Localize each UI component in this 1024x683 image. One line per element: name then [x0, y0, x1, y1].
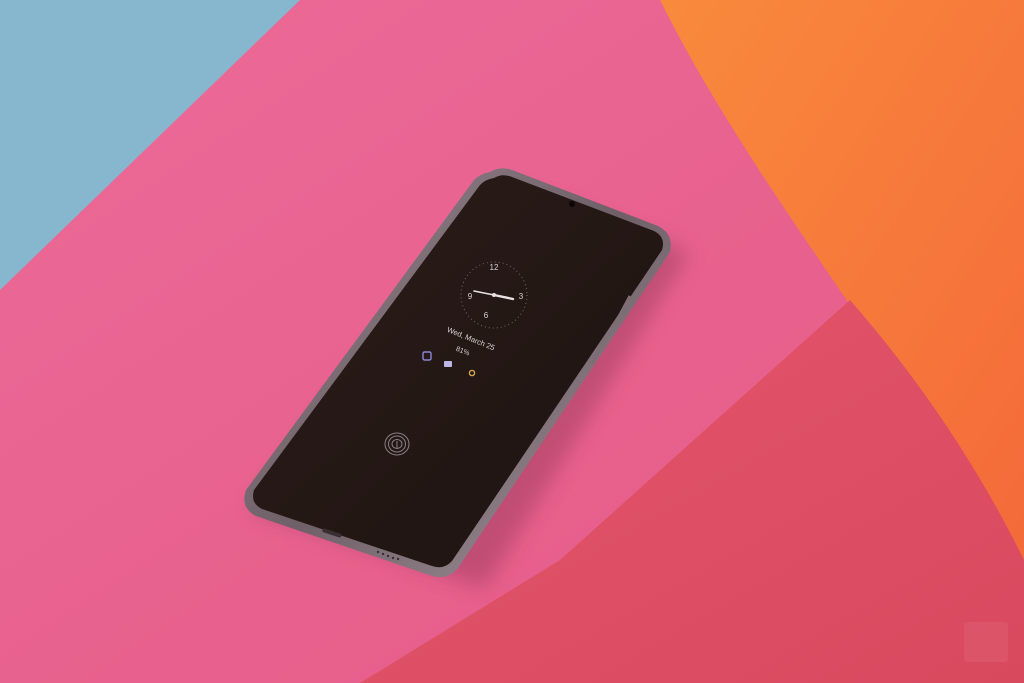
watermark-mark	[964, 622, 1008, 662]
clock-center	[492, 293, 496, 297]
clock-mark-3: 3	[519, 292, 524, 301]
clock-mark-9: 9	[468, 292, 473, 301]
front-camera	[569, 201, 575, 207]
gallery-icon[interactable]	[444, 361, 452, 367]
clock-mark-6: 6	[484, 311, 489, 320]
fingerprint-icon[interactable]	[384, 432, 410, 456]
photo-scene: 12 3 6 9 Wed, March 25 81%	[0, 0, 1024, 683]
clock-mark-12: 12	[490, 263, 499, 272]
